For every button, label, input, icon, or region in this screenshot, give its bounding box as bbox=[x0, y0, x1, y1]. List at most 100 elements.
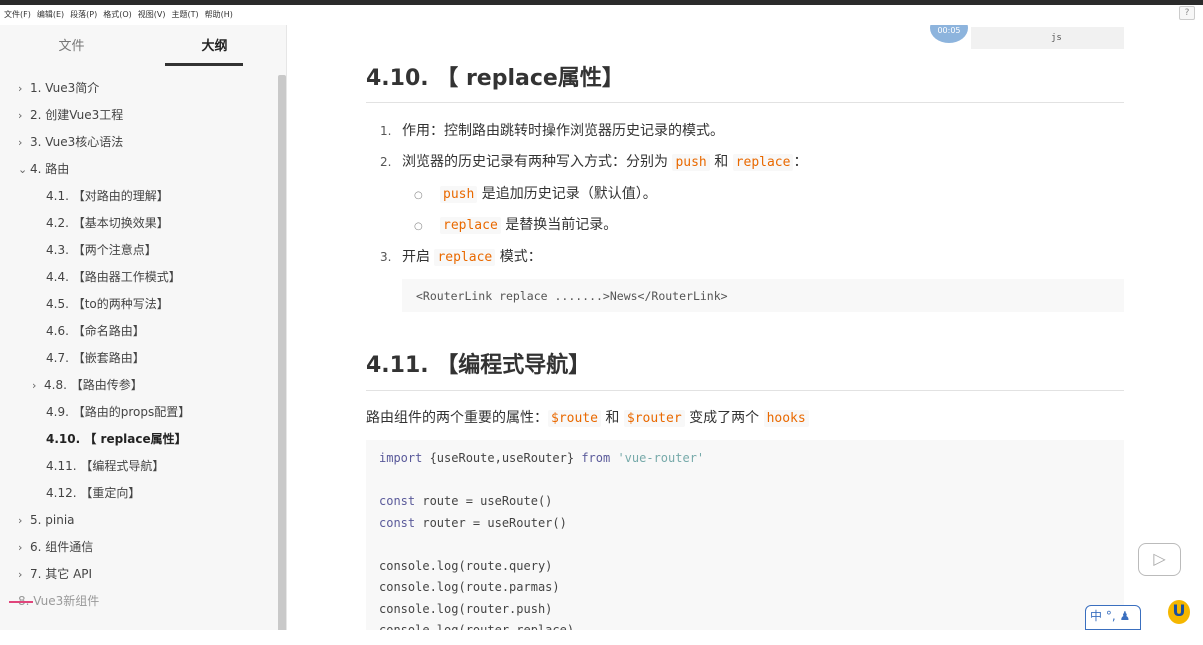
menu-item[interactable]: 编辑(E) bbox=[37, 5, 64, 25]
menu-item[interactable]: 主题(T) bbox=[171, 5, 198, 25]
list-text: 浏览器的历史记录有两种写入方式：分别为 bbox=[402, 154, 673, 170]
menu-item[interactable]: 视图(V) bbox=[138, 5, 166, 25]
list-number: 3. bbox=[380, 250, 392, 264]
sidebar-item-label: 4.1. 【对路由的理解】 bbox=[46, 189, 169, 203]
heading-replace: 4.10. 【 replace属性】 bbox=[366, 66, 624, 91]
sidebar-item[interactable]: 8. Vue3新组件 bbox=[0, 588, 275, 615]
chevron-right-icon[interactable]: › bbox=[18, 534, 30, 561]
code-line: console.log(router.replace) bbox=[379, 623, 575, 630]
menu-item[interactable]: 帮助(H) bbox=[205, 5, 233, 25]
sidebar-scrollbar[interactable] bbox=[278, 75, 286, 630]
list-text: 和 bbox=[709, 154, 733, 170]
sidebar-item-label: 4.11. 【编程式导航】 bbox=[46, 459, 165, 473]
chevron-right-icon[interactable]: › bbox=[32, 372, 44, 399]
tab-files[interactable]: 文件 bbox=[0, 25, 143, 65]
sidebar-item-label: 3. Vue3核心语法 bbox=[30, 135, 124, 149]
chevron-right-icon[interactable]: › bbox=[18, 75, 30, 102]
list-text: 是追加历史记录（默认值）。 bbox=[477, 186, 657, 202]
list-item-3: 3. 开启 replace 模式： bbox=[380, 246, 542, 266]
sidebar: 文件 大纲 › 1. Vue3简介 › 2. 创建Vue3工程 › 3. Vue3核心语法… bbox=[0, 25, 287, 630]
sidebar-item[interactable]: 4.7. 【嵌套路由】 bbox=[0, 345, 275, 372]
sidebar-item-label: 4.6. 【命名路由】 bbox=[46, 324, 145, 338]
inline-code: replace bbox=[732, 154, 794, 171]
list-item-2: 2. 浏览器的历史记录有两种写入方式：分别为 push 和 replace： bbox=[380, 151, 807, 171]
menu-item[interactable]: 格式(O) bbox=[103, 5, 132, 25]
sub-item-push: ○ push 是追加历史记录（默认值）。 bbox=[414, 183, 657, 203]
code-line: console.log(router.push) bbox=[379, 601, 553, 616]
sidebar-item[interactable]: 4.10. 【 replace属性】 bbox=[0, 426, 275, 453]
sidebar-item-label: 4. 路由 bbox=[30, 162, 70, 176]
chevron-down-icon[interactable]: ⌄ bbox=[18, 156, 30, 183]
tab-outline[interactable]: 大纲 bbox=[143, 25, 286, 65]
sidebar-item[interactable]: 4.9. 【路由的props配置】 bbox=[0, 399, 275, 426]
para-text: 路由组件的两个重要的属性： bbox=[366, 410, 548, 426]
sidebar-item-label: 4.2. 【基本切换效果】 bbox=[46, 216, 169, 230]
inline-code: push bbox=[440, 186, 478, 203]
code-line: import {useRoute,useRouter} from 'vue-ro… bbox=[379, 448, 1111, 470]
inline-code: replace bbox=[440, 217, 501, 234]
sidebar-item-label: 7. 其它 API bbox=[30, 567, 93, 581]
inline-code: $route bbox=[548, 410, 601, 427]
para-text: 变成了两个 bbox=[684, 410, 764, 426]
code-line: console.log(route.parmas) bbox=[379, 580, 560, 594]
ime-indicator[interactable]: 中 °, ♟ bbox=[1085, 605, 1141, 630]
chevron-right-icon[interactable]: › bbox=[18, 102, 30, 129]
sidebar-item[interactable]: 4.2. 【基本切换效果】 bbox=[0, 210, 275, 237]
sidebar-item-label: 4.9. 【路由的props配置】 bbox=[46, 405, 191, 419]
sidebar-item[interactable]: › 1. Vue3简介 bbox=[0, 75, 275, 102]
heading-programmatic-nav: 4.11. 【编程式导航】 bbox=[366, 353, 591, 378]
sidebar-item[interactable]: › 7. 其它 API bbox=[0, 561, 275, 588]
play-icon[interactable]: ▷ bbox=[1138, 543, 1181, 576]
list-number: 2. bbox=[380, 155, 392, 169]
sidebar-item-label: 4.7. 【嵌套路由】 bbox=[46, 351, 145, 365]
sidebar-item-label: 2. 创建Vue3工程 bbox=[30, 108, 124, 122]
sidebar-item[interactable]: › 5. pinia bbox=[0, 507, 275, 534]
list-text: 作用：控制路由跳转时操作浏览器历史记录的模式。 bbox=[402, 123, 724, 139]
sidebar-item-label: 1. Vue3简介 bbox=[30, 81, 100, 95]
chevron-right-icon[interactable]: › bbox=[18, 129, 30, 156]
bullet-icon: ○ bbox=[414, 221, 423, 232]
sidebar-item[interactable]: › 4.8. 【路由传参】 bbox=[0, 372, 275, 399]
para-text: 和 bbox=[600, 410, 624, 426]
inline-code: replace bbox=[434, 249, 496, 266]
sidebar-item[interactable]: › 2. 创建Vue3工程 bbox=[0, 102, 275, 129]
chevron-right-icon[interactable]: › bbox=[18, 561, 30, 588]
recording-timer: 00:05 bbox=[930, 25, 968, 43]
sidebar-item[interactable]: 4.3. 【两个注意点】 bbox=[0, 237, 275, 264]
sidebar-item[interactable]: 4.6. 【命名路由】 bbox=[0, 318, 275, 345]
sidebar-item-label: 4.3. 【两个注意点】 bbox=[46, 243, 157, 257]
list-text: 模式： bbox=[495, 249, 542, 265]
sidebar-item[interactable]: › 6. 组件通信 bbox=[0, 534, 275, 561]
list-text: ： bbox=[793, 154, 808, 170]
sidebar-item[interactable]: 4.5. 【to的两种写法】 bbox=[0, 291, 275, 318]
app-logo-icon[interactable]: U bbox=[1168, 600, 1190, 624]
list-number: 1. bbox=[380, 124, 392, 138]
code-keyword: import bbox=[379, 451, 423, 465]
code-keyword: from bbox=[581, 451, 611, 465]
menu-item[interactable]: 文件(F) bbox=[4, 5, 31, 25]
sidebar-item-label: 6. 组件通信 bbox=[30, 540, 94, 554]
sidebar-item[interactable]: 4.4. 【路由器工作模式】 bbox=[0, 264, 275, 291]
sidebar-tabs: 文件 大纲 bbox=[0, 25, 286, 66]
code-block-routerlink[interactable]: <RouterLink replace .......>News</Router… bbox=[402, 279, 1124, 312]
heading-divider bbox=[366, 390, 1124, 391]
inline-code: push bbox=[672, 154, 710, 171]
menu-item[interactable]: 段落(P) bbox=[70, 5, 97, 25]
list-text: 开启 bbox=[402, 249, 435, 265]
heading-divider bbox=[366, 102, 1124, 103]
nav-paragraph: 路由组件的两个重要的属性： $route 和 $router 变成了两个 hook… bbox=[366, 407, 809, 427]
sidebar-item[interactable]: ⌄ 4. 路由 bbox=[0, 156, 275, 183]
help-button[interactable]: ? bbox=[1179, 6, 1195, 20]
sidebar-item-label: 4.10. 【 replace属性】 bbox=[46, 432, 187, 446]
editor-content: 00:05 js 4.10. 【 replace属性】 1. 作用：控制路由跳转时… bbox=[288, 25, 1203, 630]
sidebar-item[interactable]: 4.12. 【重定向】 bbox=[0, 480, 275, 507]
sidebar-item[interactable]: › 3. Vue3核心语法 bbox=[0, 129, 275, 156]
chevron-right-icon[interactable]: › bbox=[18, 507, 30, 534]
sidebar-item[interactable]: 4.1. 【对路由的理解】 bbox=[0, 183, 275, 210]
code-line: <RouterLink replace .......>News</Router… bbox=[416, 289, 728, 303]
sidebar-item-label: 4.12. 【重定向】 bbox=[46, 486, 141, 500]
code-keyword: const bbox=[379, 494, 416, 508]
sidebar-item[interactable]: 4.11. 【编程式导航】 bbox=[0, 453, 275, 480]
code-block-hooks[interactable]: import {useRoute,useRouter} from 'vue-ro… bbox=[366, 440, 1124, 630]
